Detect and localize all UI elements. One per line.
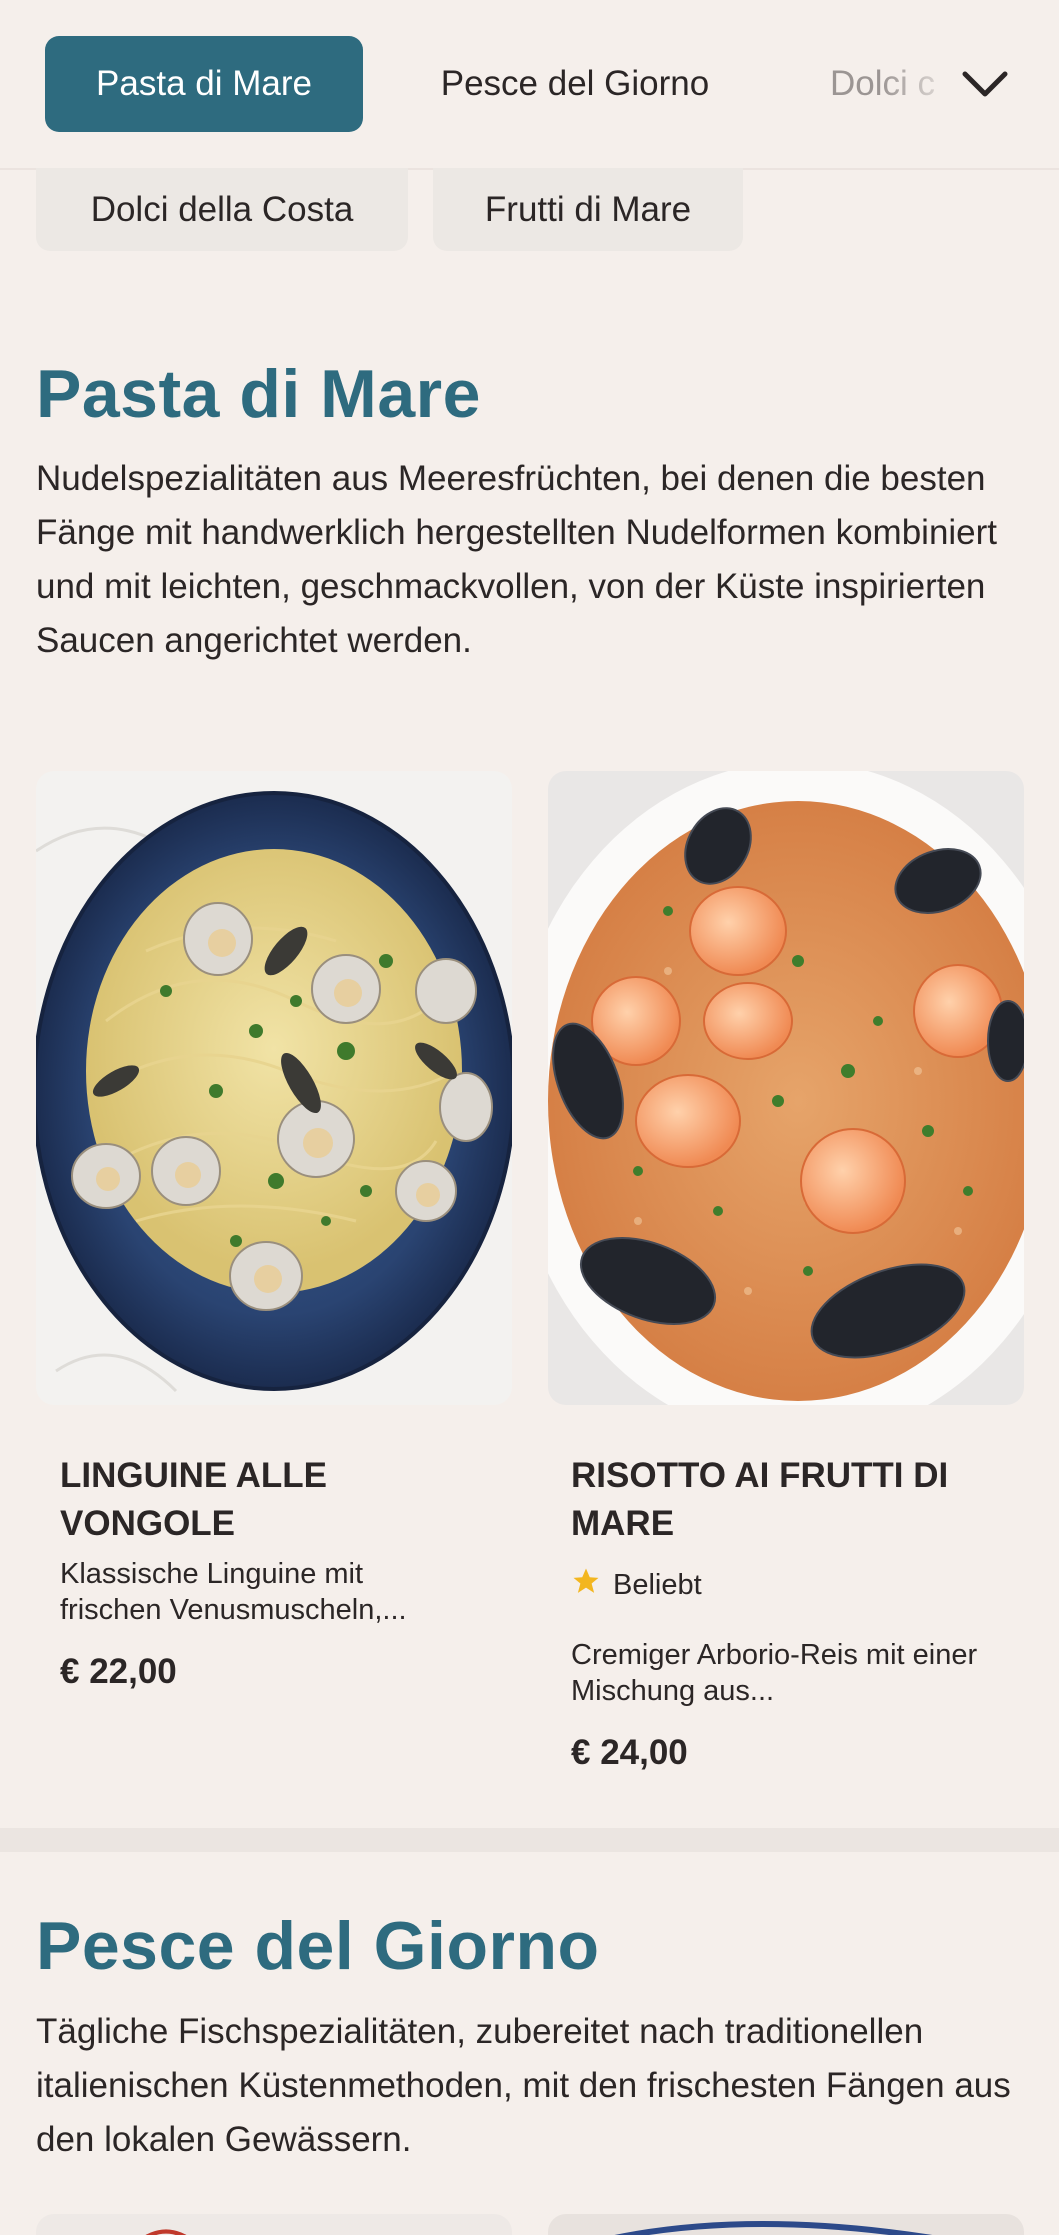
badge-label: Beliebt <box>613 1568 702 1601</box>
section-divider <box>0 1828 1059 1852</box>
dish-image-risotto[interactable] <box>548 771 1024 1405</box>
dish-price-linguine: € 22,00 <box>60 1652 177 1691</box>
dish-image-linguine[interactable] <box>36 771 512 1405</box>
dish-image-peek-1[interactable] <box>36 2214 512 2235</box>
section-description-pasta: Nudelspezialitäten aus Meeresfrüchten, b… <box>36 459 998 660</box>
dish-image-peek-2[interactable] <box>548 2214 1024 2235</box>
tab-dolci-della-costa[interactable]: Dolci della Costa <box>36 168 408 251</box>
chevron-down-icon[interactable] <box>950 52 1020 116</box>
dish-description-risotto: Cremiger Arborio-Reis mit einer Mischung… <box>571 1639 978 1707</box>
tab-frutti-di-mare[interactable]: Frutti di Mare <box>433 168 743 251</box>
star-icon <box>571 1566 601 1604</box>
tab-pesce-del-giorno[interactable]: Pesce del Giorno <box>395 36 755 132</box>
popular-badge: Beliebt <box>571 1563 702 1607</box>
dish-name-linguine[interactable]: LINGUINE ALLE VONGOLE <box>60 1452 480 1548</box>
tab-pasta-di-mare[interactable]: Pasta di Mare <box>45 36 363 132</box>
dish-price-risotto: € 24,00 <box>571 1733 688 1772</box>
dish-name-risotto[interactable]: RISOTTO AI FRUTTI DI MARE <box>571 1452 991 1548</box>
dish-description-linguine: Klassische Linguine mit frischen Venusmu… <box>60 1558 407 1626</box>
section-title-pesce: Pesce del Giorno <box>36 1908 600 1984</box>
section-description-pesce: Tägliche Fischspezialitäten, zubereitet … <box>36 2012 1011 2159</box>
section-title-pasta: Pasta di Mare <box>36 356 481 432</box>
category-nav: Pasta di Mare Pesce del Giorno Dolci c <box>0 0 1059 170</box>
